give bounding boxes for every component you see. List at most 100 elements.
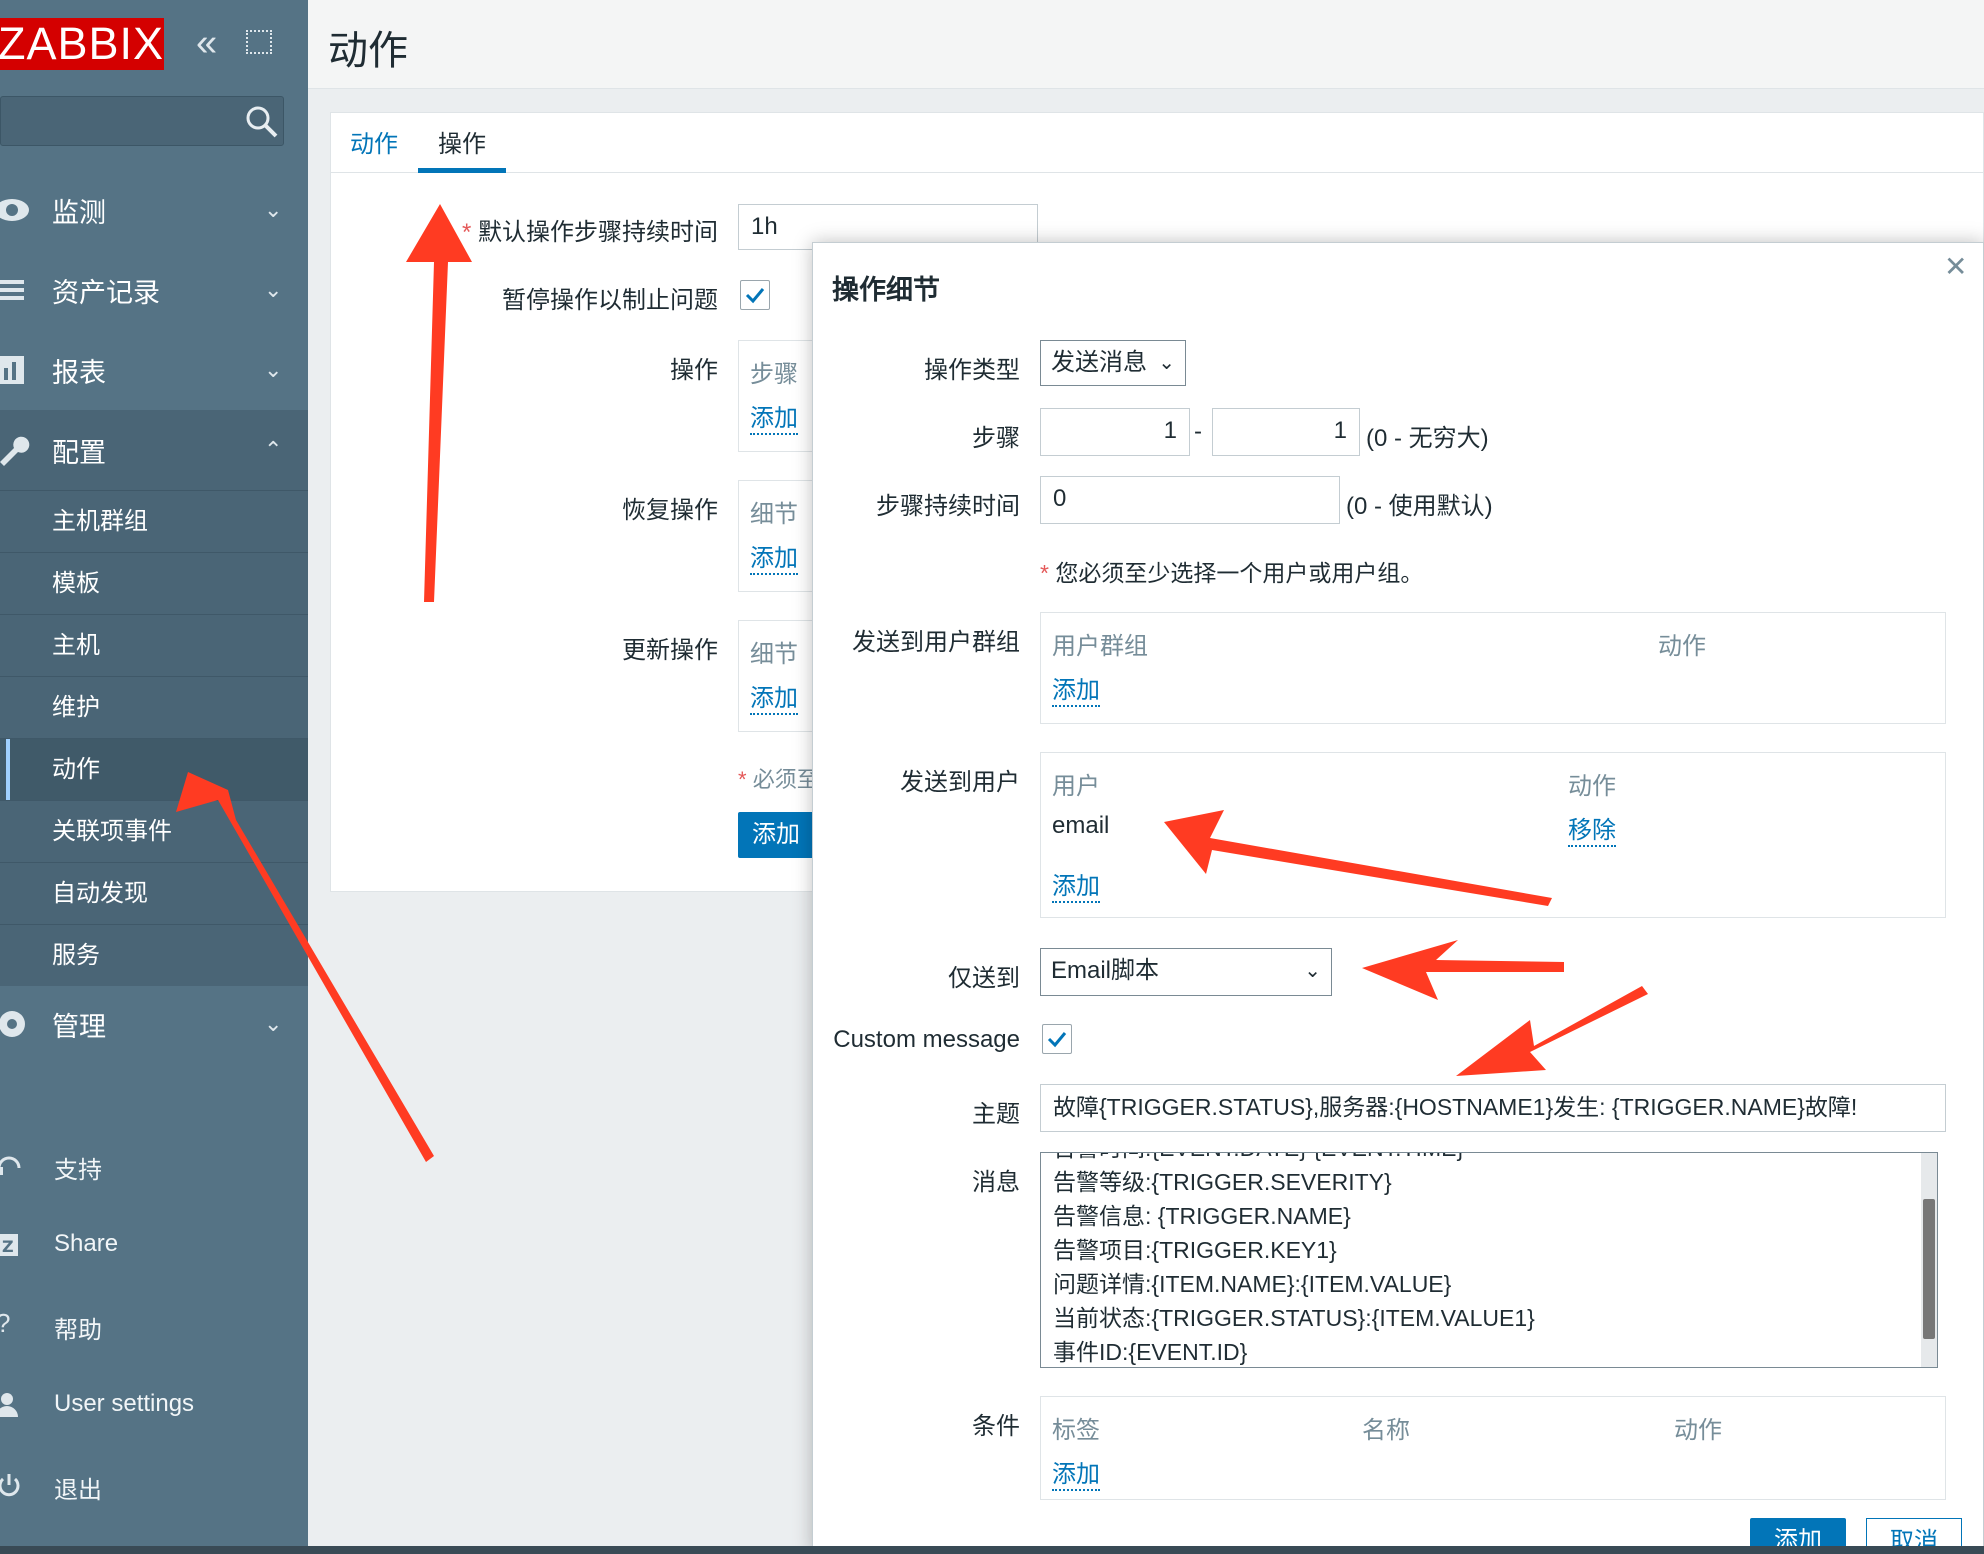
message-line: 告警等级:{TRIGGER.SEVERITY} <box>1053 1169 1392 1195</box>
menu-administration[interactable]: 管理 ⌄ <box>0 984 308 1064</box>
svg-text:Z: Z <box>2 1237 14 1256</box>
step-duration-label: 步骤持续时间 <box>876 493 1020 520</box>
menu-user-settings[interactable]: User settings <box>0 1376 308 1436</box>
dialog-title: 操作细节 <box>832 275 940 305</box>
eye-icon <box>0 199 29 221</box>
close-icon[interactable]: ✕ <box>1944 250 1967 283</box>
update-add-link[interactable]: 添加 <box>750 678 798 715</box>
subject-input[interactable]: 故障{TRIGGER.STATUS},服务器:{HOSTNAME1}发生: {T… <box>1040 1084 1946 1132</box>
menu-monitoring[interactable]: 监测 ⌄ <box>0 170 308 250</box>
submenu-discovery[interactable]: 自动发现 <box>0 862 308 924</box>
menu-share-label: Share <box>54 1230 119 1257</box>
chevron-down-icon: ⌄ <box>1158 352 1175 374</box>
conditions-add-link[interactable]: 添加 <box>1052 1454 1100 1491</box>
pause-operations-label: 暂停操作以制止问题 <box>502 287 718 314</box>
tab-operations[interactable]: 操作 <box>438 124 486 159</box>
bar-chart-icon <box>0 356 24 384</box>
custom-message-checkbox[interactable] <box>1042 1024 1072 1054</box>
sidebar-search-input[interactable] <box>0 96 284 146</box>
send-to-groups-label: 发送到用户群组 <box>852 629 1020 656</box>
submenu-maintenance[interactable]: 维护 <box>0 676 308 738</box>
collapse-sidebar-icon[interactable]: « <box>196 22 217 65</box>
steps-label: 步骤 <box>972 425 1020 452</box>
help-icon: ? <box>0 1308 22 1338</box>
submenu-host-groups[interactable]: 主机群组 <box>0 490 308 552</box>
menu-administration-label: 管理 <box>52 1011 106 1042</box>
menu-logout-label: 退出 <box>54 1477 102 1504</box>
message-line: 告警项目:{TRIGGER.KEY1} <box>1053 1237 1337 1263</box>
zabbix-logo[interactable]: ZABBIX <box>0 18 164 70</box>
chevron-down-icon: ⌄ <box>1304 960 1321 982</box>
operation-type-value: 发送消息 <box>1051 349 1147 376</box>
menu-help[interactable]: ? 帮助 <box>0 1296 308 1356</box>
kiosk-mode-icon[interactable] <box>246 30 272 54</box>
message-textarea[interactable]: 告警时间:{EVENT.DATE} {EVENT.TIME} 告警等级:{TRI… <box>1040 1152 1938 1368</box>
recovery-operations-label: 恢复操作 <box>622 497 718 524</box>
user-groups-col-name: 用户群组 <box>1052 633 1148 660</box>
users-add-link[interactable]: 添加 <box>1052 866 1100 903</box>
user-remove-link[interactable]: 移除 <box>1568 810 1616 847</box>
send-only-to-label: 仅送到 <box>948 965 1020 992</box>
submenu-services[interactable]: 服务 <box>0 924 308 986</box>
conditions-col-action: 动作 <box>1674 1417 1722 1444</box>
default-step-duration-label: * 默认操作步骤持续时间 <box>461 219 718 246</box>
wrench-icon <box>0 436 30 466</box>
chevron-down-icon: ⌄ <box>264 197 283 222</box>
menu-help-label: 帮助 <box>54 1317 102 1344</box>
search-icon[interactable] <box>244 104 280 140</box>
checkmark-icon <box>745 288 765 304</box>
message-line: 问题详情:{ITEM.NAME}:{ITEM.VALUE} <box>1053 1271 1452 1297</box>
conditions-label: 条件 <box>972 1413 1020 1440</box>
message-line: 告警信息: {TRIGGER.NAME} <box>1053 1203 1351 1229</box>
menu-reports[interactable]: 报表 ⌄ <box>0 330 308 410</box>
menu-configuration[interactable]: 配置 ⌃ <box>0 410 308 490</box>
send-only-to-select[interactable]: Email脚本 ⌄ <box>1040 948 1332 996</box>
submenu-hosts[interactable]: 主机 <box>0 614 308 676</box>
message-line: 告警时间:{EVENT.DATE} {EVENT.TIME} <box>1041 1153 1937 1165</box>
form-add-button[interactable]: 添加 <box>738 812 814 858</box>
menu-support[interactable]: 支持 <box>0 1136 308 1196</box>
message-content: 告警时间:{EVENT.DATE} {EVENT.TIME} 告警等级:{TRI… <box>1041 1153 1937 1367</box>
menu-support-label: 支持 <box>54 1157 102 1184</box>
conditions-col-name: 名称 <box>1362 1417 1410 1444</box>
send-to-users-label: 发送到用户 <box>900 769 1020 796</box>
message-scrollbar[interactable] <box>1921 1153 1937 1367</box>
user-groups-add-link[interactable]: 添加 <box>1052 670 1100 707</box>
menu-user-settings-label: User settings <box>54 1390 195 1417</box>
user-icon <box>0 1393 18 1417</box>
menu-inventory[interactable]: 资产记录 ⌄ <box>0 250 308 330</box>
message-label: 消息 <box>972 1169 1020 1196</box>
scroll-thumb[interactable] <box>1923 1199 1935 1339</box>
pause-operations-checkbox[interactable] <box>740 280 770 310</box>
operation-type-select[interactable]: 发送消息 ⌄ <box>1040 340 1186 386</box>
step-from-input[interactable]: 1 <box>1040 408 1190 456</box>
users-col-action: 动作 <box>1568 773 1616 800</box>
user-groups-table <box>1040 612 1946 724</box>
submenu-actions[interactable]: 动作 <box>0 738 308 800</box>
submenu-event-correlation[interactable]: 关联项事件 <box>0 800 308 862</box>
menu-share[interactable]: Z Share <box>0 1216 308 1276</box>
share-icon: Z <box>0 1234 18 1256</box>
message-line: 事件ID:{EVENT.ID} <box>1053 1339 1248 1365</box>
users-col-name: 用户 <box>1052 773 1100 800</box>
step-to-input[interactable]: 1 <box>1212 408 1360 456</box>
tab-divider <box>330 172 1984 173</box>
chevron-down-icon: ⌄ <box>264 357 283 382</box>
conditions-table <box>1040 1396 1946 1500</box>
power-icon <box>0 1474 20 1497</box>
active-tab-indicator <box>418 168 506 173</box>
tab-action[interactable]: 动作 <box>350 124 398 159</box>
menu-logout[interactable]: 退出 <box>0 1456 308 1516</box>
custom-message-label: Custom message <box>833 1026 1020 1053</box>
window-bottom-edge <box>0 1546 1984 1554</box>
page-header <box>308 0 1984 89</box>
user-groups-col-action: 动作 <box>1658 633 1706 660</box>
recovery-add-link[interactable]: 添加 <box>750 538 798 575</box>
conditions-col-tag: 标签 <box>1052 1417 1100 1444</box>
list-icon <box>0 280 24 300</box>
step-duration-input[interactable]: 0 <box>1040 476 1340 524</box>
chevron-down-icon: ⌄ <box>264 277 283 302</box>
submenu-templates[interactable]: 模板 <box>0 552 308 614</box>
step-range-dash: - <box>1194 418 1202 445</box>
menu-configuration-label: 配置 <box>52 437 106 468</box>
